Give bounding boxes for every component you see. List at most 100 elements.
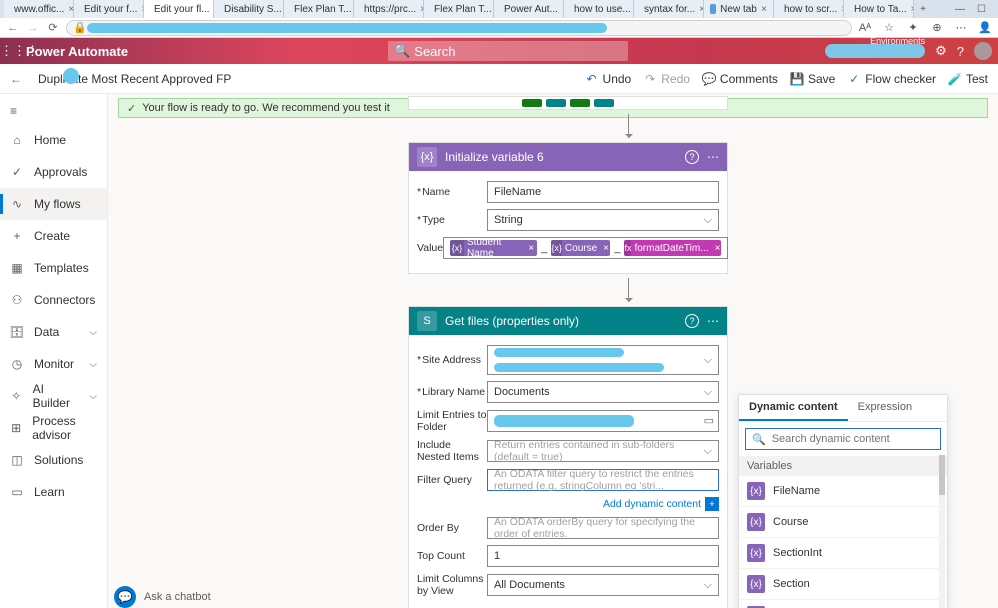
flow-canvas[interactable]: ✓ Your flow is ready to go. We recommend…: [108, 94, 998, 608]
tab-dynamic-content[interactable]: Dynamic content: [739, 395, 848, 421]
search-icon: 🔍: [752, 433, 766, 446]
browser-tab[interactable]: Edit your fl...×: [144, 0, 214, 18]
browser-tab[interactable]: Disability S...×: [214, 0, 284, 18]
nav-aibuilder[interactable]: ✧AI Builder⌵: [0, 380, 107, 412]
suite-search[interactable]: 🔍 Search: [388, 41, 628, 61]
folder-picker-icon[interactable]: ▭: [704, 414, 714, 427]
token-student[interactable]: {x}Student Name×: [450, 240, 537, 256]
close-icon[interactable]: ×: [761, 4, 767, 14]
favorite-icon[interactable]: ☆: [882, 21, 896, 35]
maximize-icon[interactable]: ☐: [977, 4, 986, 15]
dynamic-item[interactable]: {x}Student Name: [739, 600, 947, 608]
url-input[interactable]: 🔒: [66, 20, 852, 36]
test-button[interactable]: 🧪Test: [948, 72, 988, 86]
dynamic-search-input[interactable]: [772, 433, 934, 445]
info-icon[interactable]: ?: [685, 314, 699, 328]
comments-button[interactable]: 💬Comments: [702, 72, 778, 86]
dynamic-item[interactable]: {x}FileName: [739, 476, 947, 507]
avatar[interactable]: [974, 42, 992, 60]
nav-solutions[interactable]: ◫Solutions: [0, 444, 107, 476]
step-header[interactable]: S Get files (properties only) ? ⋯: [409, 307, 727, 335]
tab-expression[interactable]: Expression: [848, 395, 922, 421]
environment-picker[interactable]: [825, 44, 925, 58]
browser-tab[interactable]: New tab×: [704, 0, 774, 18]
value-input[interactable]: {x}Student Name× _ {x}Course× _ fxformat…: [443, 237, 728, 259]
library-select[interactable]: Documents: [487, 381, 719, 403]
name-input[interactable]: FileName: [487, 181, 719, 203]
minimize-icon[interactable]: —: [955, 4, 965, 15]
columns-select[interactable]: All Documents: [487, 574, 719, 596]
more-icon[interactable]: ⋯: [707, 150, 719, 164]
back-button[interactable]: ←: [10, 72, 24, 86]
info-icon[interactable]: ?: [685, 150, 699, 164]
nav-connectors[interactable]: ⚇Connectors: [0, 284, 107, 316]
browser-tab[interactable]: Edit your f...×: [74, 0, 144, 18]
remove-icon[interactable]: ×: [712, 243, 721, 254]
help-icon[interactable]: ?: [957, 44, 964, 59]
back-icon[interactable]: ←: [6, 22, 20, 34]
remove-icon[interactable]: ×: [525, 243, 537, 254]
undo-button[interactable]: ↶Undo: [585, 72, 632, 86]
checker-icon: ✓: [847, 72, 861, 86]
top-input[interactable]: 1: [487, 545, 719, 567]
browser-tab[interactable]: how to scr...×: [774, 0, 844, 18]
collections-icon[interactable]: ⊕: [930, 21, 944, 35]
browser-tab[interactable]: www.offic...×: [4, 0, 74, 18]
nav-process[interactable]: ⊞Process advisor: [0, 412, 107, 444]
dynamic-item[interactable]: {x}Course: [739, 507, 947, 538]
site-input[interactable]: [487, 345, 719, 375]
redo-button[interactable]: ↷Redo: [643, 72, 690, 86]
gear-icon[interactable]: ⚙: [935, 43, 947, 59]
refresh-icon[interactable]: ⟳: [46, 21, 60, 34]
nav-monitor[interactable]: ◷Monitor⌵: [0, 348, 107, 380]
chatbot-launcher[interactable]: 💬 Ask a chatbot: [114, 586, 211, 608]
browser-tab[interactable]: Power Aut...×: [494, 0, 564, 18]
filter-input[interactable]: An ODATA filter query to restrict the en…: [487, 469, 719, 491]
browser-tab[interactable]: syntax for...×: [634, 0, 704, 18]
arrow-connector[interactable]: [628, 278, 629, 302]
forward-icon[interactable]: →: [26, 22, 40, 34]
favorites-bar-icon[interactable]: ✦: [906, 21, 920, 35]
lock-icon: 🔒: [73, 21, 87, 34]
browser-tab[interactable]: Flex Plan T...×: [284, 0, 354, 18]
add-dynamic-content-link[interactable]: Add dynamic content+: [417, 497, 719, 511]
dynamic-item[interactable]: {x}Section: [739, 569, 947, 600]
nav-data[interactable]: 🗄Data⌵: [0, 316, 107, 348]
nested-select[interactable]: Return entries contained in sub-folders …: [487, 440, 719, 462]
flow-checker-button[interactable]: ✓Flow checker: [847, 72, 936, 86]
type-select[interactable]: String: [487, 209, 719, 231]
nav-templates[interactable]: ▦Templates: [0, 252, 107, 284]
step-header[interactable]: {x} Initialize variable 6 ? ⋯: [409, 143, 727, 171]
flows-icon: ∿: [10, 197, 24, 211]
browser-tab[interactable]: https://prc...×: [354, 0, 424, 18]
browser-tab[interactable]: Flex Plan T...×: [424, 0, 494, 18]
extensions-icon[interactable]: ⋯: [954, 21, 968, 35]
remove-icon[interactable]: ×: [600, 243, 610, 254]
nav-learn[interactable]: ▭Learn: [0, 476, 107, 508]
dynamic-search[interactable]: 🔍: [745, 428, 941, 450]
limit-input[interactable]: ▭: [487, 410, 719, 432]
step-fragment[interactable]: [408, 96, 728, 110]
profile-icon[interactable]: 👤: [978, 21, 992, 35]
more-icon[interactable]: ⋯: [707, 314, 719, 328]
browser-tab[interactable]: how to use...×: [564, 0, 634, 18]
reading-icon[interactable]: Aᴬ: [858, 21, 872, 35]
product-name[interactable]: Power Automate: [26, 44, 128, 59]
nav-create[interactable]: +Create: [0, 220, 107, 252]
app-launcher-icon[interactable]: ⋮⋮⋮: [0, 43, 26, 59]
nav-approvals[interactable]: ✓Approvals: [0, 156, 107, 188]
nav-home[interactable]: ⌂Home: [0, 124, 107, 156]
dynamic-item[interactable]: {x}SectionInt: [739, 538, 947, 569]
arrow-connector[interactable]: [628, 114, 629, 138]
scrollbar-thumb[interactable]: [939, 455, 945, 495]
browser-tab[interactable]: How to Ta...×: [844, 0, 914, 18]
order-input[interactable]: An ODATA orderBy query for specifying th…: [487, 517, 719, 539]
token-course[interactable]: {x}Course×: [551, 240, 610, 256]
save-button[interactable]: 💾Save: [790, 72, 835, 86]
token-format[interactable]: fxformatDateTim...×: [624, 240, 720, 256]
new-tab-button[interactable]: +: [914, 4, 932, 15]
value-label: Value: [417, 242, 443, 254]
scrollbar[interactable]: [939, 455, 945, 608]
nav-collapse-button[interactable]: ≡: [0, 98, 107, 124]
nav-myflows[interactable]: ∿My flows: [0, 188, 107, 220]
